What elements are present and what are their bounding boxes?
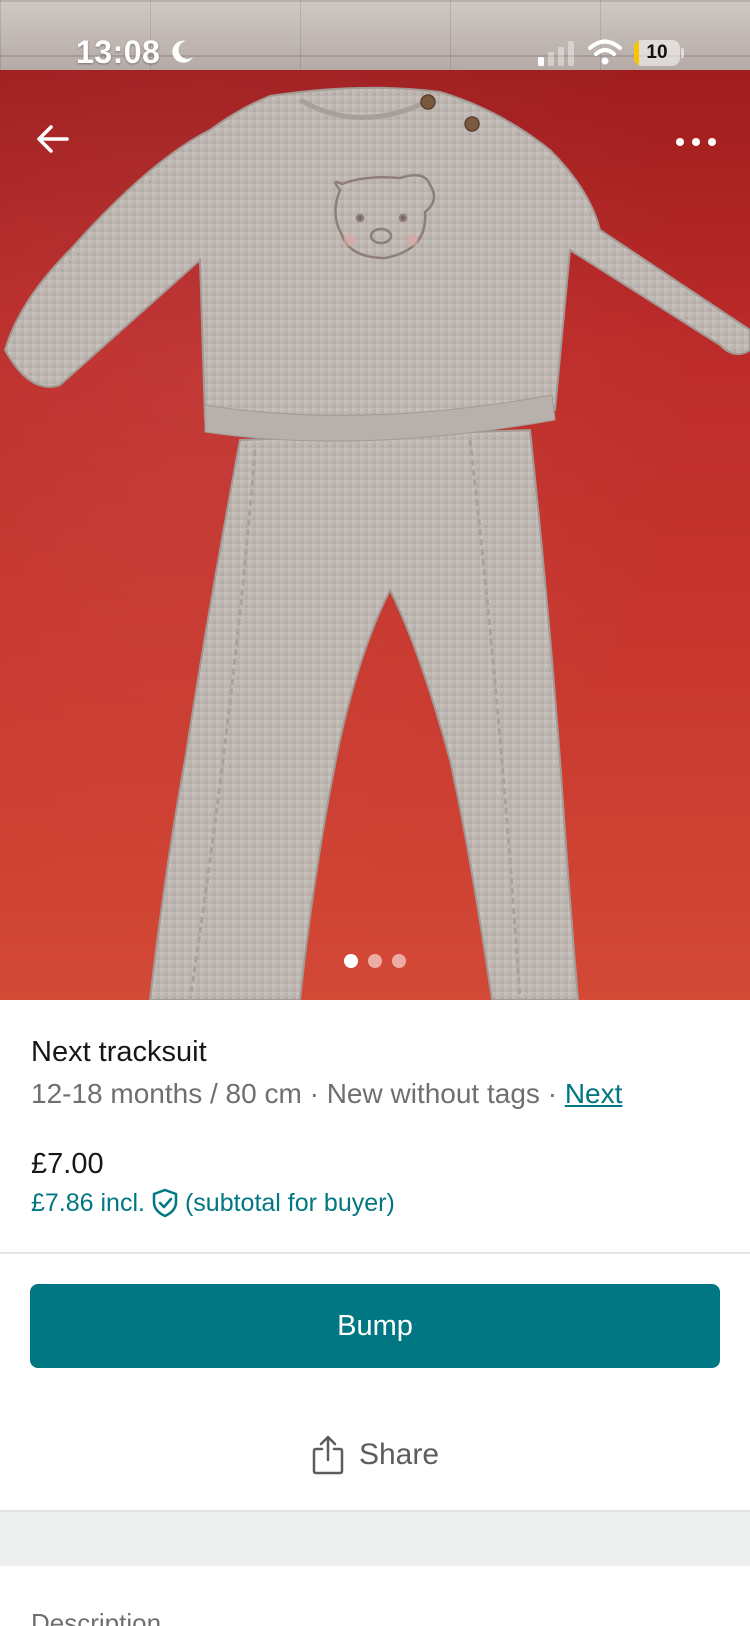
shield-check-icon [152,1188,178,1218]
divider [0,1252,750,1254]
brand-link[interactable]: Next [565,1078,623,1109]
item-title: Next tracksuit [31,1036,207,1068]
share-label: Share [358,1438,440,1471]
item-meta: 12-18 months / 80 cm · New without tags … [31,1078,731,1110]
pager-dot[interactable] [392,954,406,968]
item-photo[interactable]: 13:08 10 [0,0,750,1000]
arrow-left-icon [37,125,69,153]
section-spacer [0,1510,750,1566]
meta-separator: · [547,1078,558,1109]
bump-button[interactable]: Bump [30,1284,720,1368]
share-icon [312,1435,344,1475]
signal-icon [538,41,574,66]
item-price: £7.00 [31,1148,104,1180]
pager-dot[interactable] [368,954,382,968]
moon-icon [172,40,193,63]
item-page: 13:08 10 Next tracksuit 12-18 months / 8… [0,0,750,1626]
description-heading: Description [31,1608,162,1626]
buyer-price: £7.86 incl. [31,1188,145,1217]
battery-indicator: 10 [634,40,684,66]
more-options-button[interactable] [670,120,722,164]
status-bar: 13:08 10 [0,0,750,110]
wifi-icon [588,39,622,65]
pager-dot[interactable] [344,954,358,968]
back-button[interactable] [30,116,76,162]
item-condition: New without tags [326,1078,540,1109]
buyer-price-row[interactable]: £7.86 incl. (subtotal for buyer) [31,1188,395,1218]
share-button[interactable]: Share [30,1420,720,1490]
tracksuit-photo [3,86,750,1000]
meta-separator: · [309,1078,319,1109]
item-size: 12-18 months / 80 cm [31,1078,302,1109]
photo-pager [0,954,750,970]
status-time: 13:08 [76,34,161,70]
more-horizontal-icon [676,138,716,146]
battery-level-text: 10 [646,42,668,63]
buyer-price-note: (subtotal for buyer) [184,1188,395,1217]
